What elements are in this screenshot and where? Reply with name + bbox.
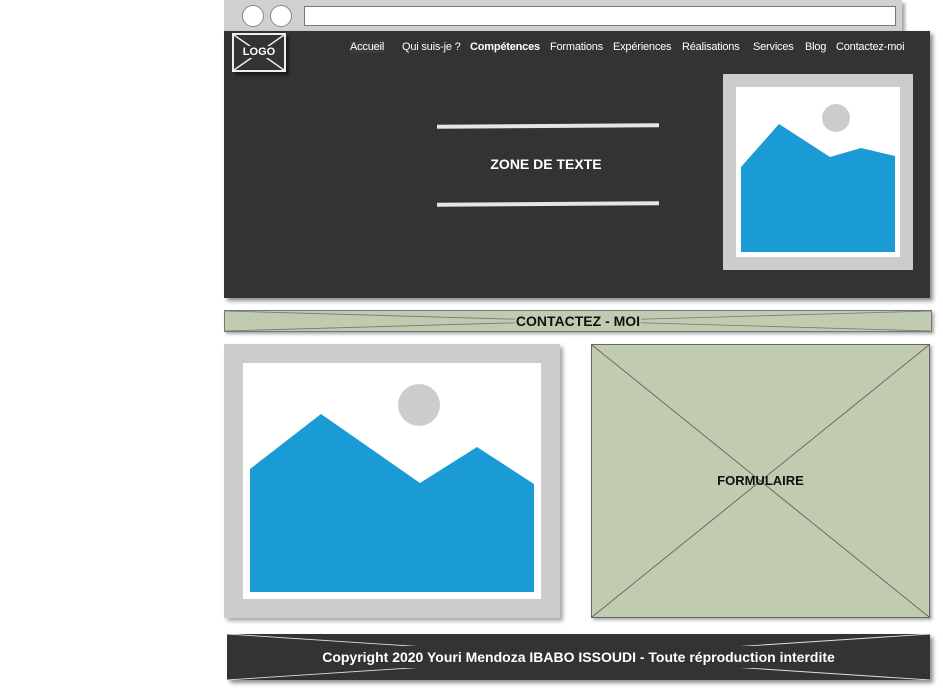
nav-item-accueil[interactable]: Accueil: [350, 41, 384, 53]
window-button-forward[interactable]: [270, 5, 292, 27]
nav-item-formations[interactable]: Formations: [550, 41, 603, 53]
logo-text: LOGO: [241, 46, 277, 58]
footer-copyright: Copyright 2020 Youri Mendoza IBABO ISSOU…: [322, 649, 835, 665]
nav-item-qui-suis-je[interactable]: Qui suis-je ?: [402, 41, 461, 53]
hero-text-zone: ZONE DE TEXTE: [490, 156, 602, 172]
contact-section-banner: CONTACTEZ - MOI: [224, 310, 932, 332]
contact-image-placeholder: [224, 344, 560, 618]
text-zone-top-line: [436, 123, 660, 129]
contact-section-title: CONTACTEZ - MOI: [514, 313, 642, 329]
nav-item-competences[interactable]: Compétences: [470, 41, 540, 53]
nav-item-experiences[interactable]: Expériences: [613, 41, 672, 53]
nav-item-services[interactable]: Services: [753, 41, 794, 53]
logo[interactable]: LOGO: [232, 33, 286, 72]
image-placeholder-icon: [250, 384, 534, 592]
nav-item-realisations[interactable]: Réalisations: [682, 41, 740, 53]
form-label: FORMULAIRE: [717, 473, 804, 488]
site-header: LOGO Accueil Qui suis-je ? Compétences F…: [224, 31, 930, 298]
text-zone-bottom-line: [436, 201, 660, 207]
main-nav: Accueil Qui suis-je ? Compétences Format…: [350, 41, 910, 57]
image-placeholder-icon: [741, 104, 895, 252]
site-footer: Copyright 2020 Youri Mendoza IBABO ISSOU…: [227, 634, 930, 680]
nav-item-contactez-moi[interactable]: Contactez-moi: [836, 41, 905, 53]
address-bar[interactable]: [304, 6, 896, 26]
hero-image-placeholder: [723, 74, 913, 270]
window-button-back[interactable]: [242, 5, 264, 27]
contact-form-placeholder[interactable]: FORMULAIRE: [591, 344, 930, 618]
nav-item-blog[interactable]: Blog: [805, 41, 826, 53]
browser-toolbar: [224, 0, 902, 31]
